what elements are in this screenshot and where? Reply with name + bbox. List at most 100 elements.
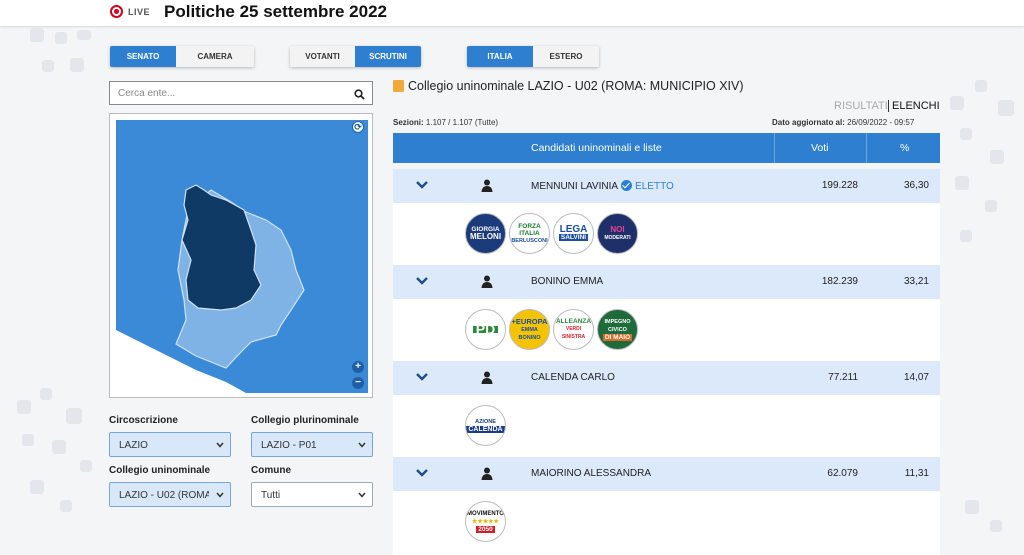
party-logo-pd[interactable]: PD	[465, 309, 506, 350]
area-toggle: ITALIA ESTERO	[467, 46, 599, 67]
elected-badge: ELETTO	[635, 181, 674, 192]
candidate-pct: 11,31	[904, 468, 929, 479]
votanti-button[interactable]: VOTANTI	[290, 46, 355, 67]
results-table-header: Candidati uninominali e liste Voti %	[393, 133, 940, 163]
bg-square	[66, 408, 82, 424]
search-placeholder: Cerca ente...	[118, 88, 176, 99]
comune-label: Comune	[251, 465, 291, 476]
bg-square	[55, 32, 67, 44]
tab-divider	[888, 100, 889, 112]
bg-square	[30, 480, 44, 494]
bg-square	[975, 80, 987, 92]
search-icon[interactable]	[354, 87, 365, 105]
bg-square	[52, 440, 66, 454]
chevron-down-icon[interactable]	[415, 468, 429, 478]
comune-value: Tutti	[261, 490, 281, 501]
candidate-name: MENNUNI LAVINIA ELETTO	[531, 180, 674, 192]
bg-square	[990, 150, 1004, 164]
plurinominale-label: Collegio plurinominale	[251, 415, 359, 426]
bg-square	[77, 30, 91, 40]
uninominale-value: LAZIO - U02 (ROMA:	[119, 490, 209, 501]
person-icon	[481, 371, 493, 384]
bg-square	[40, 388, 52, 400]
bg-square	[960, 230, 972, 242]
tab-elenchi[interactable]: ELENCHI	[892, 100, 940, 112]
chamber-toggle: SENATO CAMERA	[110, 46, 254, 67]
person-icon	[481, 275, 493, 288]
candidate-votes: 62.079	[827, 468, 858, 479]
bg-square	[80, 460, 92, 472]
party-logo-m5s[interactable]: MOVIMENTO ★★★★★ 2050	[465, 501, 506, 542]
live-label: LIVE	[128, 7, 151, 17]
party-logo-fdi[interactable]: GIORGIA MELONI	[465, 213, 506, 254]
camera-button[interactable]: CAMERA	[176, 46, 254, 67]
comune-select[interactable]: Tutti	[251, 482, 373, 507]
mode-toggle: VOTANTI SCRUTINI	[290, 46, 421, 67]
zoom-out-icon[interactable]: −	[352, 377, 364, 389]
circoscrizione-select[interactable]: LAZIO	[109, 432, 231, 457]
sezioni-value: 1.107 / 1.107 (Tutte)	[425, 118, 499, 127]
bg-square	[22, 434, 34, 446]
estero-button[interactable]: ESTERO	[533, 46, 599, 67]
bg-square	[990, 520, 1002, 532]
party-logo-noi-moderati[interactable]: NOI MODERATI	[597, 213, 638, 254]
candidate-row[interactable]: BONINO EMMA 182.239 33,21	[393, 265, 940, 299]
party-logo-avs[interactable]: ALLEANZA VERDI SINISTRA	[553, 309, 594, 350]
plurinominale-value: LAZIO - P01	[261, 440, 317, 451]
zoom-in-icon[interactable]: +	[352, 361, 364, 373]
refresh-icon[interactable]: ⟳	[352, 121, 364, 133]
bg-square	[960, 128, 972, 140]
candidate-name-text: MENNUNI LAVINIA	[531, 181, 619, 192]
bg-square	[955, 176, 969, 190]
candidate-row[interactable]: MENNUNI LAVINIA ELETTO 199.228 36,30	[393, 169, 940, 203]
tab-risultati[interactable]: RISULTATI	[834, 100, 888, 112]
candidate-name: CALENDA CARLO	[531, 372, 615, 383]
live-record-icon	[110, 5, 123, 18]
bg-square	[42, 60, 54, 72]
map-canvas[interactable]	[116, 120, 368, 393]
results-title: Collegio uninominale LAZIO - U02 (ROMA: …	[408, 79, 744, 93]
party-logo-piu-europa[interactable]: +EUROPA EMMA BONINO	[509, 309, 550, 350]
plurinominale-select[interactable]: LAZIO - P01	[251, 432, 373, 457]
scrutini-button[interactable]: SCRUTINI	[355, 46, 421, 67]
page-title: Politiche 25 settembre 2022	[164, 2, 388, 21]
person-icon	[481, 467, 493, 480]
italia-button[interactable]: ITALIA	[467, 46, 533, 67]
senato-button[interactable]: SENATO	[110, 46, 176, 67]
district-map[interactable]: ⟳ + −	[109, 113, 373, 398]
party-logo-azione[interactable]: AZIONE CALENDA	[465, 405, 506, 446]
sezioni-label: Sezioni:	[393, 118, 424, 127]
bg-square	[70, 58, 84, 72]
party-logo-lega[interactable]: LEGA SALVINI	[553, 213, 594, 254]
header-candidates: Candidati uninominali e liste	[531, 142, 662, 154]
lists-row: AZIONE CALENDA	[393, 395, 940, 457]
chevron-down-icon	[216, 442, 224, 448]
bg-square	[30, 28, 44, 42]
verified-check-icon	[621, 180, 633, 191]
lists-row: GIORGIA MELONI FORZA ITALIA BERLUSCONI LEG…	[393, 203, 940, 265]
header-divider	[774, 133, 775, 163]
party-logo-impegno-civico[interactable]: IMPEGNO CIVICO DI MAIO	[597, 309, 638, 350]
chevron-down-icon	[358, 492, 366, 498]
candidate-votes: 77.211	[828, 372, 858, 383]
lists-row: MOVIMENTO ★★★★★ 2050	[393, 491, 940, 555]
updated-info: Dato aggiornato al: 26/09/2022 - 09:57	[772, 118, 914, 127]
bg-square	[60, 500, 72, 512]
person-icon	[481, 179, 493, 192]
candidate-row[interactable]: MAIORINO ALESSANDRA 62.079 11,31	[393, 457, 940, 491]
uninominale-select[interactable]: LAZIO - U02 (ROMA:	[109, 482, 231, 507]
candidate-name: BONINO EMMA	[531, 276, 604, 287]
chevron-down-icon[interactable]	[415, 372, 429, 382]
chevron-down-icon[interactable]	[415, 276, 429, 286]
header-pct: %	[900, 142, 910, 154]
candidate-row[interactable]: CALENDA CARLO 77.211 14,07	[393, 361, 940, 395]
party-logo-forza-italia[interactable]: FORZA ITALIA BERLUSCONI	[509, 213, 550, 254]
sezioni-info: Sezioni: 1.107 / 1.107 (Tutte)	[393, 118, 498, 127]
lists-row: PD +EUROPA EMMA BONINO ALLEANZA VERDI SINI…	[393, 299, 940, 361]
header-votes: Voti	[811, 142, 829, 154]
chevron-down-icon[interactable]	[415, 180, 429, 190]
search-input[interactable]: Cerca ente...	[109, 81, 373, 105]
candidate-pct: 14,07	[903, 372, 929, 383]
bg-square	[998, 100, 1014, 116]
circoscrizione-value: LAZIO	[119, 440, 148, 451]
